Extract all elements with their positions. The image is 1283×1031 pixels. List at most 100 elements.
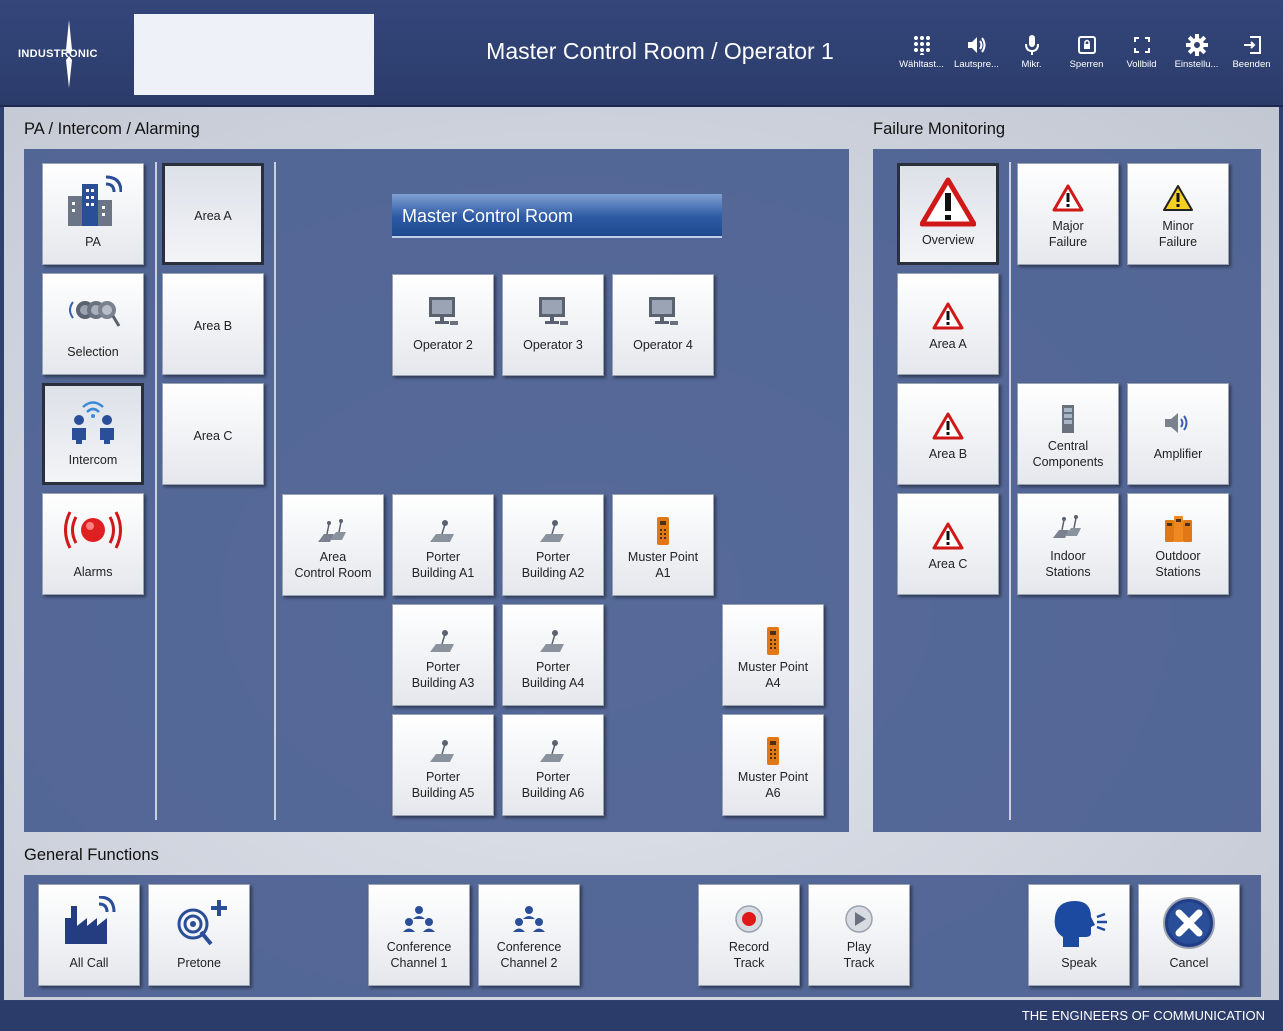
- microphone-button[interactable]: Mikr.: [1004, 34, 1059, 84]
- mode-pa-button[interactable]: PA: [42, 163, 144, 265]
- operator-2-button[interactable]: Operator 2: [392, 274, 494, 376]
- failure-central-button[interactable]: Central Components: [1017, 383, 1119, 485]
- station-porter-a2-button[interactable]: Porter Building A2: [502, 494, 604, 596]
- station-muster-a6-button[interactable]: Muster Point A6: [722, 714, 824, 816]
- desk-microphones-icon: [1018, 512, 1118, 542]
- failure-indoor-button[interactable]: Indoor Stations: [1017, 493, 1119, 595]
- failure-outdoor-button[interactable]: Outdoor Stations: [1127, 493, 1229, 595]
- conference-channel-2-button[interactable]: Conference Channel 2: [478, 884, 580, 986]
- area-a-label: Area A: [194, 209, 232, 223]
- cancel-label: Cancel: [1169, 956, 1209, 970]
- failure-area-c-button[interactable]: Area C: [897, 493, 999, 595]
- loudspeaker-icon: [1128, 408, 1228, 438]
- group-header: Master Control Room: [392, 194, 722, 238]
- lock-label: Sperren: [1069, 59, 1104, 70]
- station-porter-a1-label: Porter Building A1: [411, 550, 475, 580]
- area-a-button[interactable]: Area A: [162, 163, 264, 265]
- mode-pa-label: PA: [85, 235, 101, 249]
- failure-area-a-button[interactable]: Area A: [897, 273, 999, 375]
- mode-selection-label: Selection: [67, 345, 119, 359]
- logo-text: INDUSTRONIC: [18, 48, 98, 60]
- intercom-people-icon: [45, 401, 141, 444]
- failure-major-button[interactable]: Major Failure: [1017, 163, 1119, 265]
- desk-microphone-icon: [503, 511, 603, 551]
- station-porter-a5-button[interactable]: Porter Building A5: [392, 714, 494, 816]
- area-c-button[interactable]: Area C: [162, 383, 264, 485]
- conference-channel-1-label: Conference Channel 1: [386, 940, 452, 970]
- failure-amplifier-button[interactable]: Amplifier: [1127, 383, 1229, 485]
- conference-group-icon: [479, 903, 579, 935]
- outdoor-station-icon: [723, 621, 823, 661]
- window-title: Master Control Room / Operator 1: [486, 38, 834, 64]
- divider: [274, 162, 276, 820]
- alarm-icon: [43, 506, 143, 554]
- area-b-button[interactable]: Area B: [162, 273, 264, 375]
- failure-amplifier-label: Amplifier: [1153, 447, 1203, 461]
- fullscreen-button[interactable]: Vollbild: [1114, 34, 1169, 84]
- industronic-logo: INDUSTRONIC: [16, 20, 116, 90]
- failure-outdoor-label: Outdoor Stations: [1155, 549, 1201, 579]
- failure-minor-label: Minor Failure: [1158, 219, 1198, 249]
- mode-intercom-label: Intercom: [68, 453, 118, 467]
- station-muster-a1-label: Muster Point A1: [627, 550, 699, 580]
- factory-signal-icon: [39, 896, 139, 945]
- station-porter-a1-button[interactable]: Porter Building A1: [392, 494, 494, 596]
- station-porter-a2-label: Porter Building A2: [521, 550, 585, 580]
- toolbar: Wähltast... Lautspre... Mikr. Sperren Vo…: [894, 34, 1279, 84]
- play-track-button[interactable]: Play Track: [808, 884, 910, 986]
- station-muster-a4-label: Muster Point A4: [737, 660, 809, 690]
- failure-overview-button[interactable]: Overview: [897, 163, 999, 265]
- dialpad-button[interactable]: Wähltast...: [894, 34, 949, 84]
- all-call-label: All Call: [69, 956, 109, 970]
- failure-overview-label: Overview: [921, 233, 975, 247]
- warning-large-icon: [900, 177, 996, 227]
- header-bar: INDUSTRONIC Master Control Room / Operat…: [0, 0, 1283, 107]
- divider: [155, 162, 157, 820]
- station-porter-a4-button[interactable]: Porter Building A4: [502, 604, 604, 706]
- mode-selection-button[interactable]: Selection: [42, 273, 144, 375]
- fullscreen-label: Vollbild: [1126, 59, 1157, 70]
- operator-3-button[interactable]: Operator 3: [502, 274, 604, 376]
- operator-4-button[interactable]: Operator 4: [612, 274, 714, 376]
- pretone-button[interactable]: Pretone: [148, 884, 250, 986]
- desk-microphone-icon: [503, 731, 603, 771]
- dialpad-icon: [894, 34, 949, 56]
- record-track-button[interactable]: Record Track: [698, 884, 800, 986]
- failure-area-b-label: Area B: [928, 447, 968, 461]
- gear-icon: [1169, 34, 1224, 56]
- speaker-button[interactable]: Lautspre...: [949, 34, 1004, 84]
- outdoor-stations-icon: [1128, 512, 1228, 546]
- pretone-plus-icon: [149, 897, 249, 946]
- mode-intercom-button[interactable]: Intercom: [42, 383, 144, 485]
- station-porter-a3-button[interactable]: Porter Building A3: [392, 604, 494, 706]
- pa-section-title: PA / Intercom / Alarming: [24, 120, 200, 138]
- record-icon: [699, 903, 799, 935]
- failure-minor-button[interactable]: Minor Failure: [1127, 163, 1229, 265]
- outdoor-station-icon: [613, 511, 713, 551]
- speak-button[interactable]: Speak: [1028, 884, 1130, 986]
- app-window: INDUSTRONIC Master Control Room / Operat…: [0, 0, 1283, 1031]
- mode-alarms-button[interactable]: Alarms: [42, 493, 144, 595]
- failure-area-b-button[interactable]: Area B: [897, 383, 999, 485]
- failure-area-a-label: Area A: [929, 337, 967, 351]
- monitor-icon: [503, 291, 603, 331]
- general-section-title: General Functions: [24, 846, 159, 864]
- footer-tagline: THE ENGINEERS OF COMMUNICATION: [1021, 1008, 1265, 1023]
- station-muster-a1-button[interactable]: Muster Point A1: [612, 494, 714, 596]
- station-muster-a4-button[interactable]: Muster Point A4: [722, 604, 824, 706]
- failure-central-label: Central Components: [1032, 439, 1104, 469]
- microphone-label: Mikr.: [1021, 59, 1042, 70]
- exit-button[interactable]: Beenden: [1224, 34, 1279, 84]
- lock-button[interactable]: Sperren: [1059, 34, 1114, 84]
- exit-label: Beenden: [1232, 59, 1271, 70]
- settings-button[interactable]: Einstellu...: [1169, 34, 1224, 84]
- station-area-control-room-button[interactable]: Area Control Room: [282, 494, 384, 596]
- cancel-button[interactable]: Cancel: [1138, 884, 1240, 986]
- station-porter-a6-button[interactable]: Porter Building A6: [502, 714, 604, 816]
- speaker-label: Lautspre...: [954, 59, 999, 70]
- conference-channel-1-button[interactable]: Conference Channel 1: [368, 884, 470, 986]
- play-icon: [809, 903, 909, 935]
- desk-microphone-icon: [393, 511, 493, 551]
- failure-section-title: Failure Monitoring: [873, 120, 1006, 138]
- all-call-button[interactable]: All Call: [38, 884, 140, 986]
